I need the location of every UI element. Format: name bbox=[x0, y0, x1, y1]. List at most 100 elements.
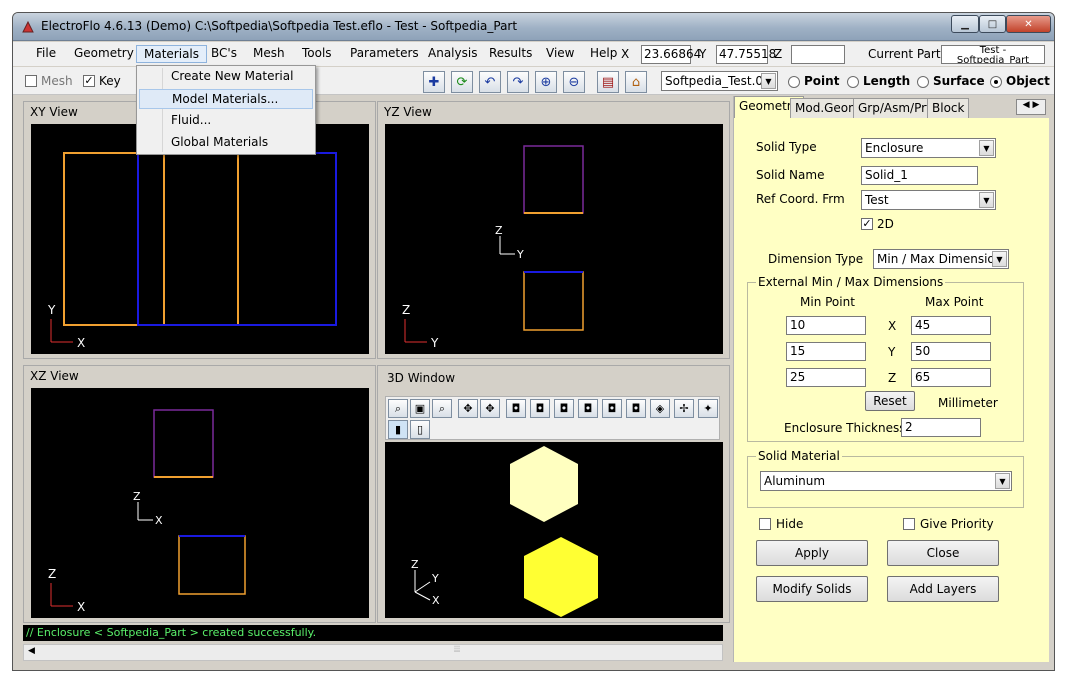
x-coord-label: X bbox=[621, 47, 630, 61]
tab-scroll-arrows[interactable]: ◀ ▶ bbox=[1016, 99, 1046, 115]
dimension-type-select[interactable]: Min / Max Dimension ▼ bbox=[873, 249, 1009, 269]
y-coord-field[interactable]: 47.75518 bbox=[716, 45, 776, 64]
menu-parameters[interactable]: Parameters bbox=[343, 45, 426, 63]
home-icon: ⌂ bbox=[631, 74, 641, 90]
current-part-field[interactable]: Test - Softpedia_Part bbox=[941, 45, 1045, 64]
3d-zoom-button[interactable]: ⌕ bbox=[388, 399, 408, 418]
home-button[interactable]: ⌂ bbox=[625, 71, 647, 93]
menu-global-materials[interactable]: Global Materials bbox=[139, 133, 313, 153]
min-x-input[interactable]: 10 bbox=[786, 316, 866, 335]
3d-wire-button[interactable]: ▯ bbox=[410, 420, 430, 439]
menu-view[interactable]: View bbox=[539, 45, 581, 63]
2d-checkbox[interactable]: ✓ bbox=[861, 218, 873, 230]
zoom-out-button[interactable]: ⊖ bbox=[563, 71, 585, 93]
3d-view-left-button[interactable]: ◘ bbox=[602, 399, 622, 418]
dimension-type-value: Min / Max Dimension bbox=[877, 252, 1003, 266]
close-window-button[interactable]: ✕ bbox=[1006, 15, 1051, 33]
menu-fluid[interactable]: Fluid... bbox=[139, 111, 313, 131]
properties-button[interactable]: ▤ bbox=[597, 71, 619, 93]
enclosure-yz-bottom bbox=[523, 271, 584, 331]
xy-viewport[interactable]: Y X bbox=[31, 124, 369, 354]
enclosure-xz-bottom bbox=[178, 535, 246, 595]
reset-button[interactable]: Reset bbox=[865, 391, 915, 411]
magnifier-icon: ⌕ bbox=[394, 401, 402, 415]
mode-length-radio[interactable] bbox=[847, 76, 859, 88]
max-x-input[interactable]: 45 bbox=[911, 316, 991, 335]
redo-button[interactable]: ↷ bbox=[507, 71, 529, 93]
max-z-input[interactable]: 65 bbox=[911, 368, 991, 387]
horizontal-scrollbar[interactable]: ◀ ⦙⦙⦙ bbox=[23, 644, 723, 661]
menu-model-materials[interactable]: Model Materials... bbox=[139, 89, 313, 109]
3d-view-top-button[interactable]: ◘ bbox=[554, 399, 574, 418]
3d-view-back-button[interactable]: ◘ bbox=[530, 399, 550, 418]
mode-surface-radio[interactable] bbox=[917, 76, 929, 88]
hide-checkbox[interactable] bbox=[759, 518, 771, 530]
tab-block[interactable]: Block bbox=[927, 98, 970, 118]
enclosure-xy-left bbox=[63, 152, 165, 326]
part-select[interactable]: Softpedia_Test.0 ▼ bbox=[661, 71, 778, 91]
maximize-button[interactable]: □ bbox=[979, 15, 1006, 33]
modify-solids-button[interactable]: Modify Solids bbox=[756, 576, 868, 602]
menu-create-new-material[interactable]: Create New Material bbox=[139, 67, 313, 87]
menu-geometry[interactable]: Geometry bbox=[67, 45, 141, 63]
3d-zoom-window-button[interactable]: ⌕ bbox=[432, 399, 452, 418]
max-y-input[interactable]: 50 bbox=[911, 342, 991, 361]
menu-help[interactable]: Help bbox=[583, 45, 624, 63]
xz-scene: Z X Z X bbox=[48, 409, 246, 614]
tab-grp-asm-prt[interactable]: Grp/Asm/Prt bbox=[853, 98, 936, 118]
3d-solid-button[interactable]: ▮ bbox=[388, 420, 408, 439]
ref-coord-select[interactable]: Test ▼ bbox=[861, 190, 996, 210]
enclosure-thickness-input[interactable]: 2 bbox=[901, 418, 981, 437]
solid-material-select[interactable]: Aluminum ▼ bbox=[760, 471, 1012, 491]
chevron-down-icon: ▼ bbox=[761, 73, 776, 89]
3d-view-bottom-button[interactable]: ◘ bbox=[578, 399, 598, 418]
min-y-input[interactable]: 15 bbox=[786, 342, 866, 361]
undo-button[interactable]: ↶ bbox=[479, 71, 501, 93]
give-priority-checkbox[interactable] bbox=[903, 518, 915, 530]
fit-view-button[interactable]: ✚ bbox=[423, 71, 445, 93]
mesh-checkbox[interactable] bbox=[25, 75, 37, 87]
3d-view-front-button[interactable]: ◘ bbox=[506, 399, 526, 418]
menu-analysis[interactable]: Analysis bbox=[421, 45, 484, 63]
x-axis-label: X bbox=[155, 514, 163, 527]
min-z-input[interactable]: 25 bbox=[786, 368, 866, 387]
3d-viewport[interactable]: Z Y X bbox=[385, 442, 723, 618]
minimize-button[interactable]: ▁ bbox=[951, 15, 979, 33]
close-button[interactable]: Close bbox=[887, 540, 999, 566]
3d-scene: Z Y X bbox=[411, 446, 598, 617]
3d-axes-button[interactable]: ✢ bbox=[674, 399, 694, 418]
solid-type-label: Solid Type bbox=[756, 140, 817, 154]
key-checkbox[interactable]: ✓ bbox=[83, 75, 95, 87]
menu-file[interactable]: File bbox=[29, 45, 63, 63]
xz-viewport[interactable]: Z X Z X bbox=[31, 388, 369, 618]
refresh-button[interactable]: ⟳ bbox=[451, 71, 473, 93]
fit-view-icon: ✚ bbox=[428, 74, 440, 90]
cube-left-icon: ◘ bbox=[607, 402, 617, 415]
menu-bcs[interactable]: BC's bbox=[204, 45, 244, 63]
3d-rotate-button[interactable]: ✥ bbox=[480, 399, 500, 418]
z-axis-label-main: Z bbox=[402, 303, 410, 317]
menu-results[interactable]: Results bbox=[482, 45, 539, 63]
mode-object-radio[interactable] bbox=[990, 76, 1002, 88]
menu-tools[interactable]: Tools bbox=[295, 45, 339, 63]
3d-pan-button[interactable]: ✥ bbox=[458, 399, 478, 418]
3d-iso-button[interactable]: ◈ bbox=[650, 399, 670, 418]
min-point-label: Min Point bbox=[800, 295, 855, 309]
3d-fit-button[interactable]: ▣ bbox=[410, 399, 430, 418]
apply-button[interactable]: Apply bbox=[756, 540, 868, 566]
solid-name-input[interactable]: Solid_1 bbox=[861, 166, 978, 185]
add-layers-button[interactable]: Add Layers bbox=[887, 576, 999, 602]
chevron-down-icon: ▼ bbox=[979, 140, 994, 156]
cylinder-wire-icon: ▯ bbox=[416, 423, 424, 436]
cube-right-icon: ◘ bbox=[631, 402, 641, 415]
3d-light-button[interactable]: ✦ bbox=[698, 399, 718, 418]
menu-mesh[interactable]: Mesh bbox=[246, 45, 292, 63]
yz-viewport[interactable]: Z Y Z Y bbox=[385, 124, 723, 354]
x-coord-field[interactable]: 23.66864 bbox=[641, 45, 701, 64]
mode-point-radio[interactable] bbox=[788, 76, 800, 88]
solid-type-select[interactable]: Enclosure ▼ bbox=[861, 138, 996, 158]
z-coord-field[interactable] bbox=[791, 45, 845, 64]
menu-materials[interactable]: Materials bbox=[136, 45, 208, 63]
zoom-in-button[interactable]: ⊕ bbox=[535, 71, 557, 93]
3d-view-right-button[interactable]: ◘ bbox=[626, 399, 646, 418]
